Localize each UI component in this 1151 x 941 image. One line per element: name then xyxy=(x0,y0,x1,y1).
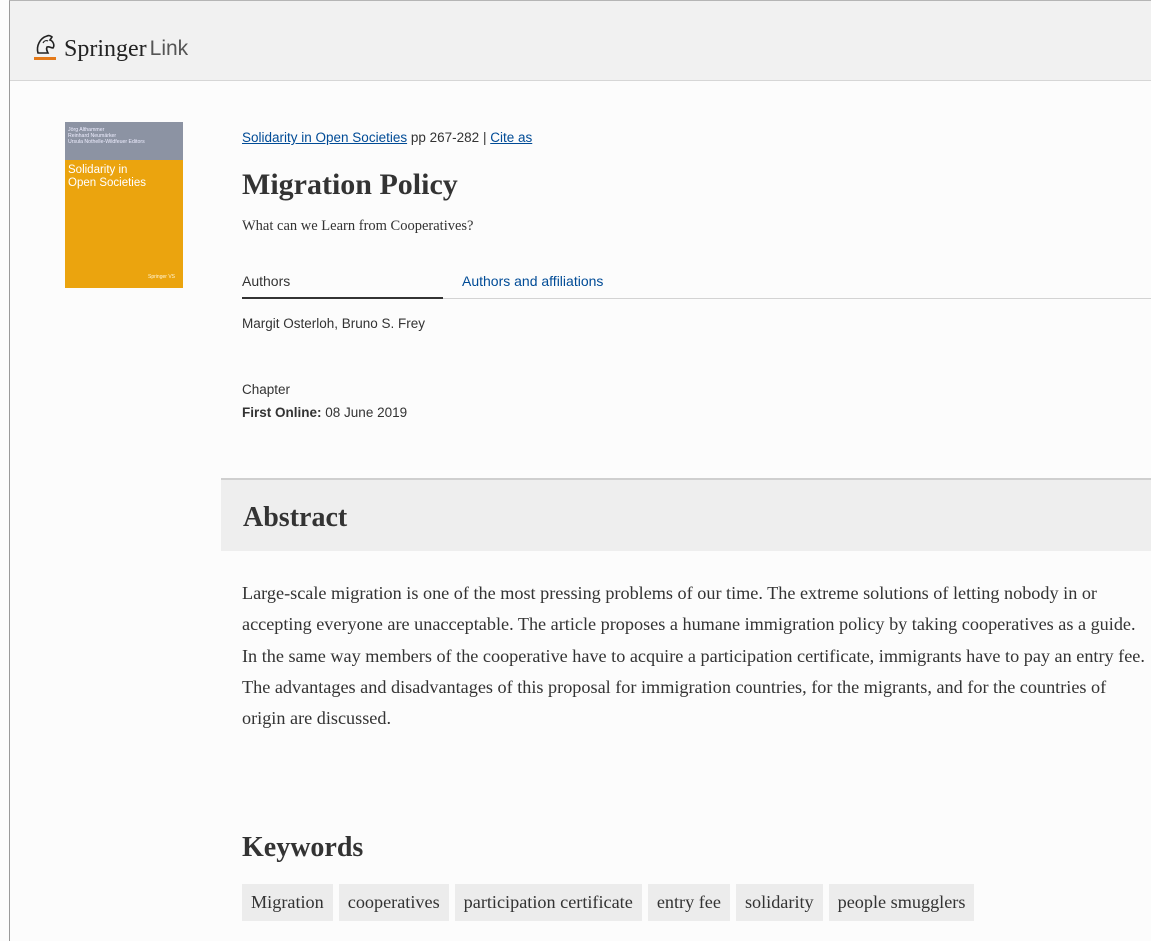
horse-head-icon xyxy=(32,31,60,63)
cover-title-line: Open Societies xyxy=(68,177,146,189)
chapter-subtitle: What can we Learn from Cooperatives? xyxy=(242,218,474,234)
keywords-heading: Keywords xyxy=(242,832,364,863)
page-range: pp 267-282 xyxy=(410,130,480,145)
book-cover[interactable]: Jörg Althammer Reinhard Neumärker Ursula… xyxy=(65,122,183,288)
cite-as-link[interactable]: Cite as xyxy=(490,130,532,145)
first-online-date: 08 June 2019 xyxy=(325,405,408,420)
content-type: Chapter xyxy=(242,382,291,397)
chapter-title: Migration Policy xyxy=(242,168,458,201)
cover-editors-band: Jörg Althammer Reinhard Neumärker Ursula… xyxy=(65,122,183,160)
cover-editor: Ursula Nothelle-Wildfeuer Editors xyxy=(68,139,145,145)
header-bar: Springer Link xyxy=(10,1,1151,81)
first-online: First Online: 08 June 2019 xyxy=(242,405,407,420)
cover-title-line: Solidarity in xyxy=(68,164,128,176)
keyword-tag: people smugglers xyxy=(828,884,975,921)
tab-authors[interactable]: Authors xyxy=(242,273,443,299)
authors-tabs: Authors Authors and affiliations xyxy=(242,271,1151,299)
keyword-list: Migration cooperatives participation cer… xyxy=(242,884,980,921)
book-breadcrumb: Solidarity in Open Societies pp 267-282 … xyxy=(242,130,532,145)
abstract-section-header[interactable]: Abstract xyxy=(221,478,1151,551)
cover-publisher: Springer VS xyxy=(148,274,175,280)
keyword-tag: cooperatives xyxy=(338,884,449,921)
keyword-tag: entry fee xyxy=(647,884,730,921)
book-title-link[interactable]: Solidarity in Open Societies xyxy=(242,130,407,145)
brand-suffix: Link xyxy=(149,37,189,60)
keyword-tag: participation certificate xyxy=(454,884,642,921)
first-online-label: First Online: xyxy=(242,405,322,420)
springerlink-logo[interactable]: Springer Link xyxy=(32,29,188,63)
tab-authors-affiliations[interactable]: Authors and affiliations xyxy=(462,273,603,299)
abstract-text: Large-scale migration is one of the most… xyxy=(242,583,1145,729)
page-frame: Springer Link Jörg Althammer Reinhard Ne… xyxy=(9,0,1151,941)
keyword-tag: solidarity xyxy=(735,884,823,921)
author-list: Margit Osterloh, Bruno S. Frey xyxy=(242,316,426,331)
keyword-tag: Migration xyxy=(242,884,333,921)
cover-title: Solidarity in Open Societies xyxy=(65,160,183,190)
abstract-heading: Abstract xyxy=(243,502,348,533)
brand-name: Springer xyxy=(64,36,147,62)
separator: | xyxy=(482,130,487,145)
